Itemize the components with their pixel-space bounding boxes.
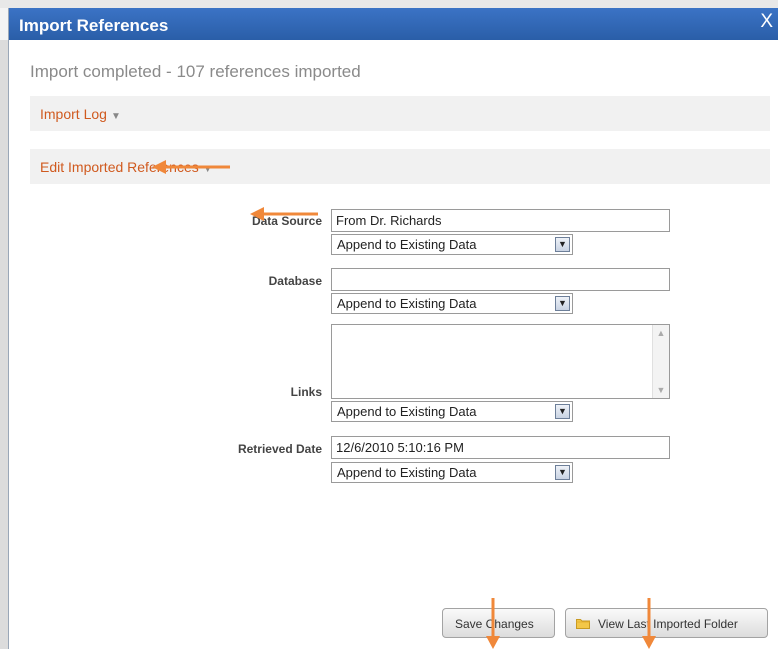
links-textarea[interactable]: ▲ ▼ — [331, 324, 670, 399]
edit-references-section: Edit Imported References ▼ — [30, 149, 770, 184]
save-changes-label: Save Changes — [455, 617, 534, 631]
background-left-edge — [0, 40, 8, 649]
data-source-field[interactable] — [331, 209, 670, 232]
edit-references-toggle[interactable]: Edit Imported References ▼ — [40, 159, 213, 175]
data-source-label: Data Source — [251, 214, 322, 228]
scroll-down-icon[interactable]: ▼ — [655, 384, 667, 396]
retrieved-date-field[interactable] — [331, 436, 670, 459]
links-mode-value: Append to Existing Data — [337, 404, 477, 419]
import-log-toggle[interactable]: Import Log ▼ — [40, 106, 121, 122]
chevron-down-icon: ▼ — [555, 465, 570, 480]
links-scrollbar[interactable]: ▲ ▼ — [652, 325, 669, 398]
close-icon[interactable]: X — [760, 12, 773, 32]
retrieved-date-label: Retrieved Date — [237, 442, 322, 456]
edit-references-label: Edit Imported References — [40, 159, 199, 175]
database-field[interactable] — [331, 268, 670, 291]
retrieved-date-mode-select[interactable]: Append to Existing Data ▼ — [331, 462, 573, 483]
dialog-titlebar: Import References X — [9, 8, 778, 40]
caret-down-icon: ▼ — [202, 164, 213, 175]
import-log-section: Import Log ▼ — [30, 96, 770, 131]
chevron-down-icon: ▼ — [555, 296, 570, 311]
save-changes-button[interactable]: Save Changes — [442, 608, 555, 638]
scroll-up-icon[interactable]: ▲ — [655, 327, 667, 339]
background-header-strip — [0, 0, 778, 8]
links-label: Links — [290, 385, 322, 399]
chevron-down-icon: ▼ — [555, 237, 570, 252]
database-mode-select[interactable]: Append to Existing Data ▼ — [331, 293, 573, 314]
chevron-down-icon: ▼ — [555, 404, 570, 419]
view-last-imported-folder-button[interactable]: View Last Imported Folder — [565, 608, 768, 638]
import-log-label: Import Log — [40, 106, 107, 122]
dialog-title: Import References — [19, 16, 169, 35]
database-mode-value: Append to Existing Data — [337, 296, 477, 311]
folder-icon — [576, 619, 590, 629]
data-source-mode-select[interactable]: Append to Existing Data ▼ — [331, 234, 573, 255]
view-last-imported-folder-label: View Last Imported Folder — [598, 617, 738, 631]
data-source-mode-value: Append to Existing Data — [337, 237, 477, 252]
links-mode-select[interactable]: Append to Existing Data ▼ — [331, 401, 573, 422]
import-references-dialog: Import References X Import completed - 1… — [8, 8, 778, 649]
retrieved-date-mode-value: Append to Existing Data — [337, 465, 477, 480]
caret-down-icon: ▼ — [110, 111, 121, 122]
import-status-text: Import completed - 107 references import… — [30, 62, 361, 81]
database-label: Database — [268, 274, 322, 288]
